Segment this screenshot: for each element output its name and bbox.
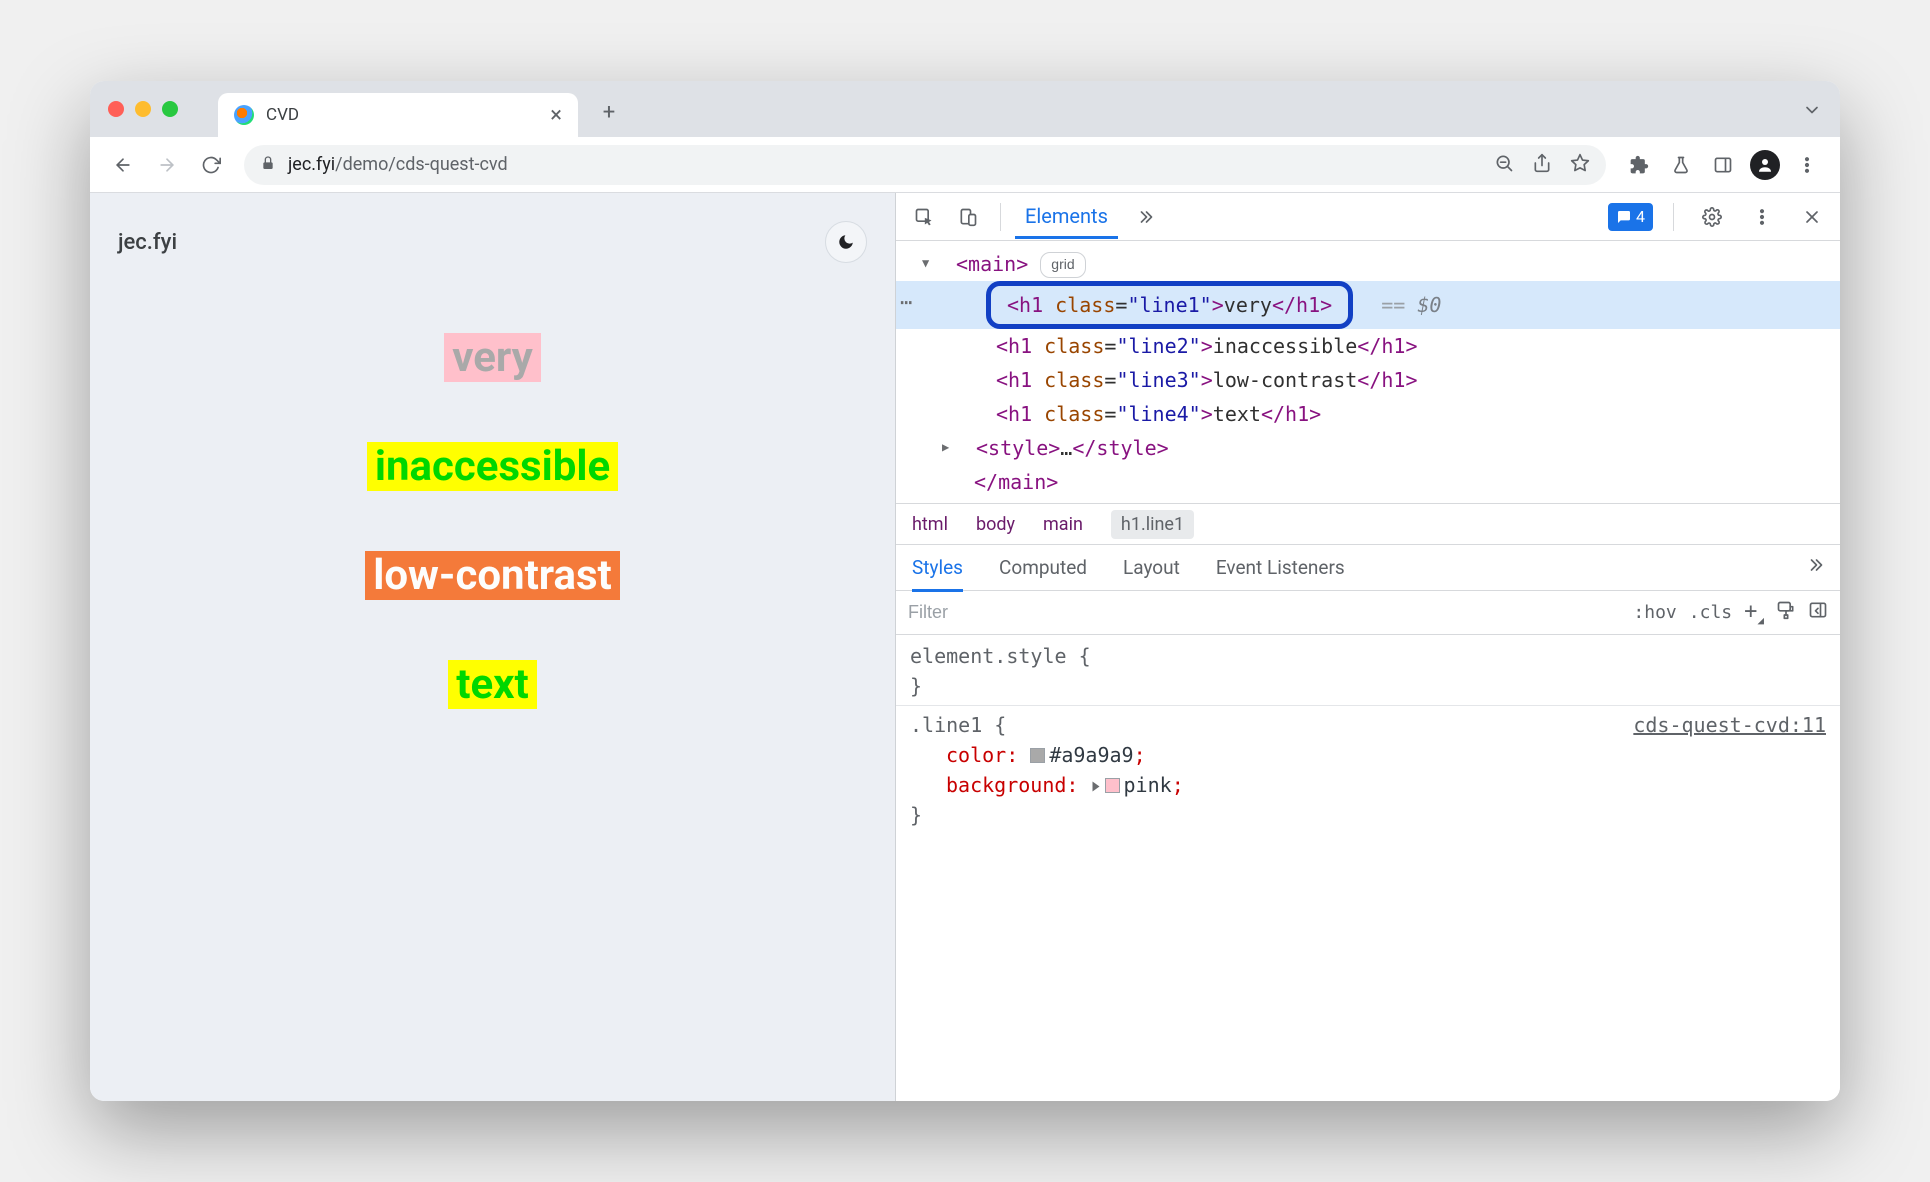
dom-node[interactable]: ▶<style>…</style> <box>896 431 1840 465</box>
share-icon[interactable] <box>1532 153 1552 177</box>
cls-toggle[interactable]: .cls <box>1689 602 1732 623</box>
subtab-styles[interactable]: Styles <box>912 556 963 592</box>
devtools-pane: Elements 4 ▼<main> grid ⋯ <h1 class="lin… <box>895 193 1840 1101</box>
extensions-button[interactable] <box>1620 146 1658 184</box>
styles-body[interactable]: element.style { } .line1 { cds-quest-cvd… <box>896 635 1840 836</box>
content-split: jec.fyi very inaccessible low-contrast t… <box>90 193 1840 1101</box>
tab-title: CVD <box>266 105 538 125</box>
dom-node[interactable]: </main> <box>896 465 1840 499</box>
expand-icon[interactable] <box>1092 782 1099 792</box>
new-style-button[interactable]: +◢ <box>1744 599 1764 627</box>
sidepanel-button[interactable] <box>1704 146 1742 184</box>
url-text: jec.fyi/demo/cds-quest-cvd <box>288 154 508 175</box>
element-style-rule[interactable]: element.style { <box>910 641 1826 671</box>
profile-button[interactable] <box>1746 146 1784 184</box>
close-tab-button[interactable]: × <box>550 103 562 128</box>
more-tabs-button[interactable] <box>1126 199 1162 235</box>
browser-tab[interactable]: CVD × <box>218 93 578 137</box>
dom-node-selected[interactable]: ⋯ <h1 class="line1">very</h1> == $0 <box>896 281 1840 329</box>
close-window-button[interactable] <box>108 101 124 117</box>
labs-button[interactable] <box>1662 146 1700 184</box>
maximize-window-button[interactable] <box>162 101 178 117</box>
line4-heading: text <box>448 660 536 709</box>
site-title: jec.fyi <box>118 230 177 255</box>
devtools-tabbar: Elements 4 <box>896 193 1840 241</box>
subtab-layout[interactable]: Layout <box>1123 556 1180 579</box>
styles-subtabbar: Styles Computed Layout Event Listeners <box>896 545 1840 591</box>
crumb-body[interactable]: body <box>976 514 1015 535</box>
favicon-icon <box>234 105 254 125</box>
lock-icon <box>260 155 276 175</box>
hov-toggle[interactable]: :hov <box>1633 602 1676 623</box>
crumb-main[interactable]: main <box>1043 514 1083 535</box>
grid-badge[interactable]: grid <box>1040 252 1085 278</box>
minimize-window-button[interactable] <box>135 101 151 117</box>
device-toolbar-button[interactable] <box>950 199 986 235</box>
zoom-icon[interactable] <box>1494 153 1514 177</box>
dom-node[interactable]: <h1 class="line3">low-contrast</h1> <box>896 363 1840 397</box>
browser-toolbar: jec.fyi/demo/cds-quest-cvd <box>90 137 1840 193</box>
omnibox[interactable]: jec.fyi/demo/cds-quest-cvd <box>244 145 1606 185</box>
window-controls <box>108 101 178 117</box>
dom-node[interactable]: <h1 class="line4">text</h1> <box>896 397 1840 431</box>
menu-button[interactable] <box>1788 146 1826 184</box>
reload-button[interactable] <box>192 146 230 184</box>
new-tab-button[interactable]: + <box>594 100 624 125</box>
back-button[interactable] <box>104 146 142 184</box>
titlebar: CVD × + <box>90 81 1840 137</box>
color-swatch-icon[interactable] <box>1030 748 1045 763</box>
inspect-element-button[interactable] <box>906 199 942 235</box>
page-pane: jec.fyi very inaccessible low-contrast t… <box>90 193 895 1101</box>
forward-button[interactable] <box>148 146 186 184</box>
line3-heading: low-contrast <box>365 551 620 600</box>
subtab-computed[interactable]: Computed <box>999 556 1087 579</box>
tab-elements[interactable]: Elements <box>1015 194 1118 239</box>
styles-filter-bar: Filter :hov .cls +◢ <box>896 591 1840 635</box>
source-link[interactable]: cds-quest-cvd:11 <box>1633 710 1826 740</box>
css-property-color[interactable]: color: #a9a9a9; <box>910 740 1826 770</box>
bookmark-icon[interactable] <box>1570 153 1590 177</box>
dom-breadcrumb[interactable]: html body main h1.line1 <box>896 503 1840 545</box>
computed-sidebar-toggle[interactable] <box>1808 600 1828 625</box>
tab-search-button[interactable] <box>1802 100 1822 125</box>
css-rule[interactable]: .line1 { cds-quest-cvd:11 <box>910 710 1826 740</box>
dom-node[interactable]: <h1 class="line2">inaccessible</h1> <box>896 329 1840 363</box>
color-swatch-icon[interactable] <box>1105 778 1120 793</box>
filter-input[interactable]: Filter <box>908 602 1621 623</box>
devtools-menu-button[interactable] <box>1744 199 1780 235</box>
settings-button[interactable] <box>1694 199 1730 235</box>
subtab-event-listeners[interactable]: Event Listeners <box>1216 556 1345 579</box>
crumb-html[interactable]: html <box>912 514 948 535</box>
browser-window: CVD × + jec.fyi/demo/cds-quest-cvd <box>90 81 1840 1101</box>
line2-heading: inaccessible <box>367 442 618 491</box>
crumb-current[interactable]: h1.line1 <box>1111 510 1194 539</box>
close-devtools-button[interactable] <box>1794 199 1830 235</box>
dom-tree[interactable]: ▼<main> grid ⋯ <h1 class="line1">very</h… <box>896 241 1840 503</box>
css-property-background[interactable]: background: pink; <box>910 770 1826 800</box>
issues-badge[interactable]: 4 <box>1608 203 1653 231</box>
demo-lines: very inaccessible low-contrast text <box>365 333 620 709</box>
more-subtabs-button[interactable] <box>1804 555 1824 580</box>
ellipsis-icon[interactable]: ⋯ <box>900 285 914 319</box>
paint-icon[interactable] <box>1776 600 1796 625</box>
line1-heading: very <box>444 333 541 382</box>
theme-toggle-button[interactable] <box>825 221 867 263</box>
